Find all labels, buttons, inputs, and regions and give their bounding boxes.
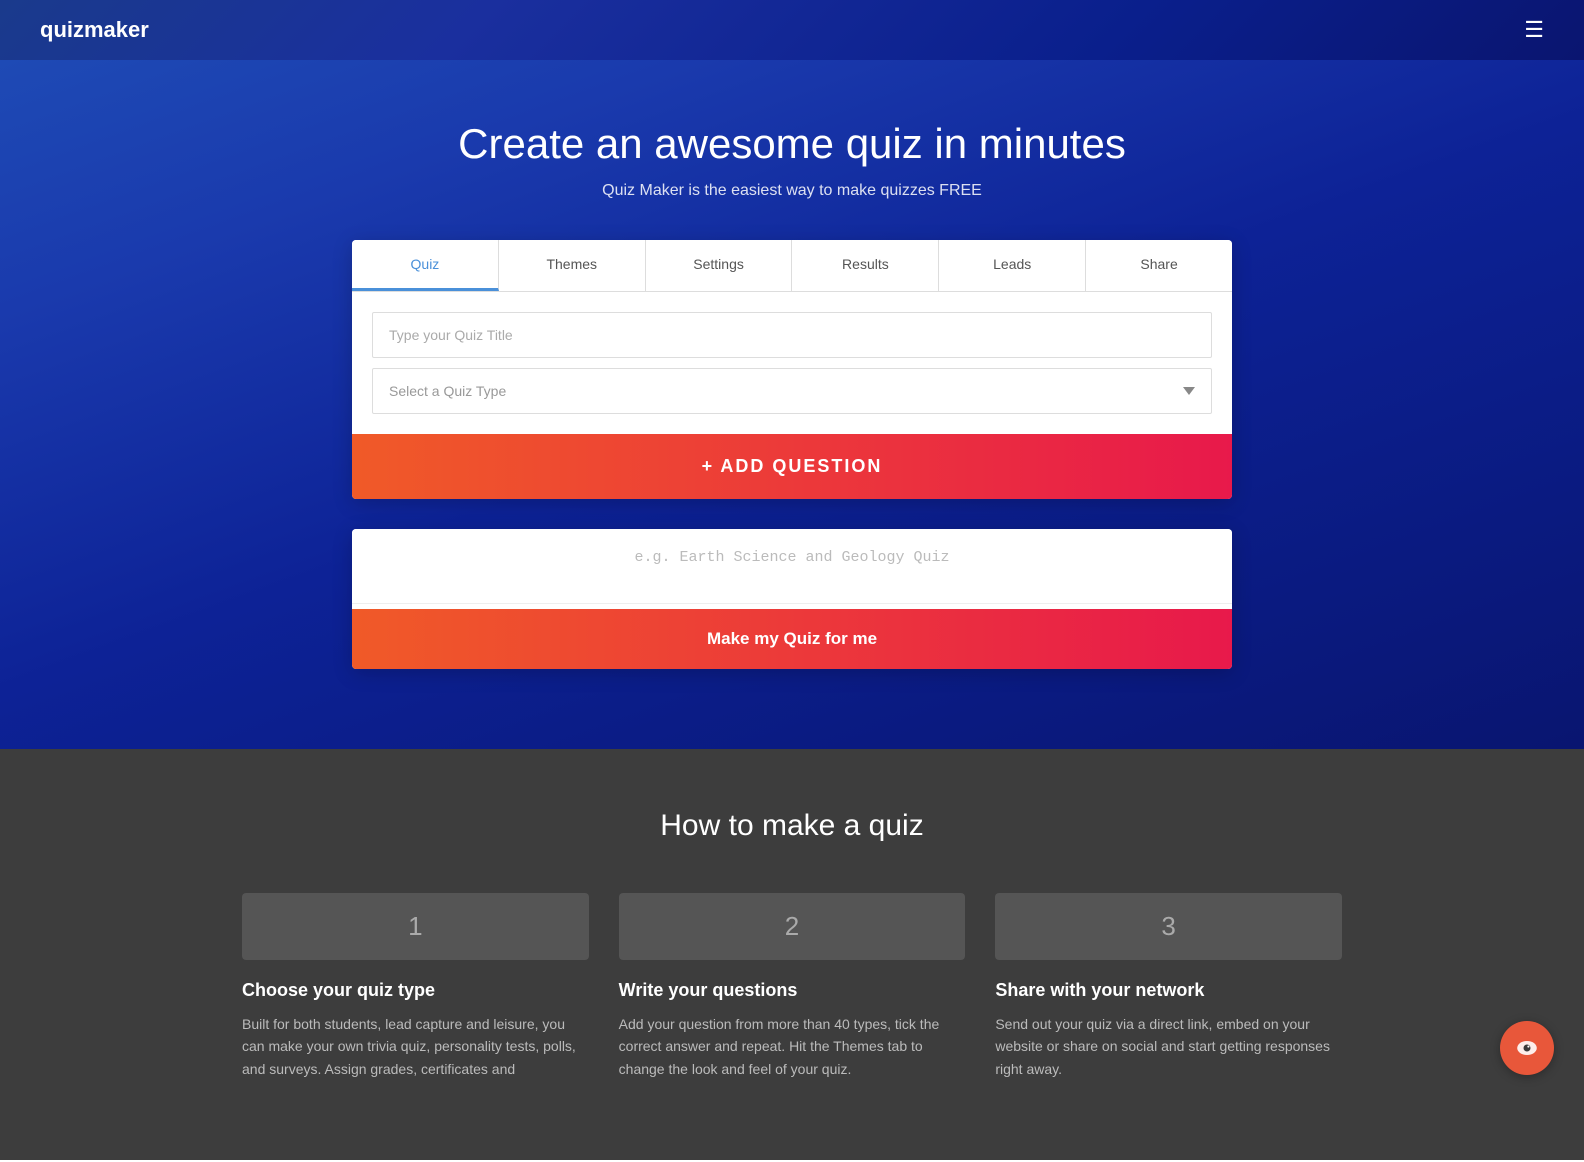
logo[interactable]: quizmaker [40, 17, 149, 43]
steps-grid: 1 Choose your quiz type Built for both s… [242, 893, 1342, 1080]
tab-results[interactable]: Results [792, 240, 939, 291]
step-desc-1: Built for both students, lead capture an… [242, 1013, 589, 1080]
step-desc-3: Send out your quiz via a direct link, em… [995, 1013, 1342, 1080]
how-title: How to make a quiz [40, 809, 1544, 843]
step-number-2: 2 [619, 893, 966, 960]
step-number-3: 3 [995, 893, 1342, 960]
step-desc-2: Add your question from more than 40 type… [619, 1013, 966, 1080]
main-card: Quiz Themes Settings Results Leads Share… [352, 240, 1232, 499]
step-1: 1 Choose your quiz type Built for both s… [242, 893, 589, 1080]
chat-widget[interactable] [1500, 1021, 1554, 1075]
tabs-bar: Quiz Themes Settings Results Leads Share [352, 240, 1232, 292]
make-quiz-button[interactable]: Make my Quiz for me [352, 609, 1232, 669]
add-question-button[interactable]: + ADD QUESTION [352, 434, 1232, 499]
quiz-form: Select a Quiz Type [352, 292, 1232, 434]
step-heading-1: Choose your quiz type [242, 980, 589, 1001]
step-3: 3 Share with your network Send out your … [995, 893, 1342, 1080]
header: quizmaker ☰ [0, 0, 1584, 60]
ai-quiz-input[interactable] [352, 529, 1232, 604]
hero-subtitle: Quiz Maker is the easiest way to make qu… [20, 182, 1564, 200]
tab-themes[interactable]: Themes [499, 240, 646, 291]
tab-settings[interactable]: Settings [646, 240, 793, 291]
step-heading-3: Share with your network [995, 980, 1342, 1001]
hero-title: Create an awesome quiz in minutes [20, 120, 1564, 168]
ai-card: Make my Quiz for me [352, 529, 1232, 669]
step-number-1: 1 [242, 893, 589, 960]
how-section: How to make a quiz 1 Choose your quiz ty… [0, 749, 1584, 1160]
hamburger-icon[interactable]: ☰ [1524, 19, 1544, 41]
quiz-title-input[interactable] [372, 312, 1212, 358]
tab-quiz[interactable]: Quiz [352, 240, 499, 291]
tab-share[interactable]: Share [1086, 240, 1232, 291]
logo-prefix: quiz [40, 17, 84, 42]
quiz-type-select[interactable]: Select a Quiz Type [372, 368, 1212, 414]
hero-section: Create an awesome quiz in minutes Quiz M… [0, 60, 1584, 749]
logo-suffix: maker [84, 17, 149, 42]
step-2: 2 Write your questions Add your question… [619, 893, 966, 1080]
tab-leads[interactable]: Leads [939, 240, 1086, 291]
step-heading-2: Write your questions [619, 980, 966, 1001]
